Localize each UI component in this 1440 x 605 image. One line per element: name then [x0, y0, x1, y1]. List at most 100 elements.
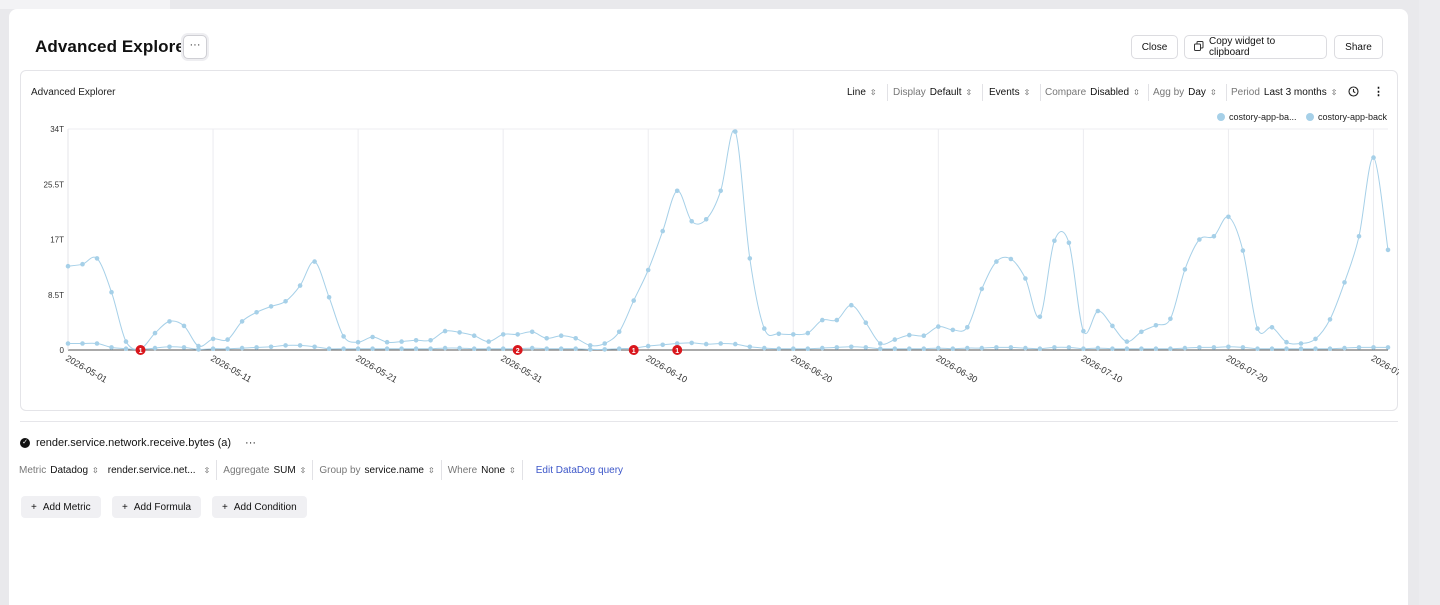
- share-button[interactable]: Share: [1334, 35, 1383, 59]
- query-menu-icon[interactable]: ···: [245, 437, 256, 449]
- data-point: [254, 310, 259, 315]
- data-point: [1327, 346, 1333, 352]
- data-point: [660, 228, 665, 234]
- where-select[interactable]: Where None ⇳: [442, 460, 523, 480]
- data-point: [733, 341, 738, 347]
- metric-key: Metric: [19, 464, 47, 476]
- data-point: [529, 345, 535, 351]
- data-point: [225, 346, 230, 352]
- title-more-button[interactable]: ···: [183, 35, 207, 59]
- data-point: [1168, 346, 1173, 352]
- share-button-label: Share: [1345, 41, 1372, 53]
- data-point: [805, 346, 811, 352]
- data-point: [457, 330, 462, 335]
- data-point: [1269, 325, 1275, 330]
- data-point: [1110, 323, 1115, 329]
- data-point: [1110, 346, 1115, 352]
- close-button-label: Close: [1141, 41, 1168, 53]
- data-point: [370, 334, 375, 340]
- check-circle-icon[interactable]: ✓: [20, 438, 30, 448]
- data-point: [1182, 345, 1188, 351]
- data-point: [1008, 345, 1014, 350]
- data-point: [558, 346, 564, 352]
- add-condition-button[interactable]: + Add Condition: [212, 496, 307, 518]
- data-point: [94, 256, 100, 261]
- aggregate-key: Aggregate: [223, 464, 270, 476]
- data-point: [486, 339, 492, 344]
- data-point: [1008, 256, 1014, 262]
- add-metric-button[interactable]: + Add Metric: [21, 496, 101, 518]
- data-point: [297, 343, 303, 348]
- data-point: [544, 346, 549, 352]
- metric-name: render.service.net...: [107, 464, 196, 476]
- data-point: [341, 346, 346, 352]
- data-point: [892, 337, 898, 342]
- data-point: [762, 326, 767, 331]
- event-count: 1: [675, 348, 679, 355]
- data-point: [660, 342, 665, 348]
- copy-widget-button[interactable]: Copy widget to clipboard: [1184, 35, 1327, 59]
- data-point: [587, 347, 593, 352]
- data-point: [1124, 339, 1130, 344]
- data-point: [80, 261, 85, 267]
- plus-icon: +: [222, 501, 228, 513]
- updown-icon: ⇳: [509, 465, 516, 475]
- data-point: [573, 336, 578, 341]
- page-scrollbar[interactable]: [1419, 0, 1440, 605]
- data-point: [950, 327, 956, 333]
- data-point: [370, 346, 375, 352]
- data-point: [645, 343, 651, 349]
- data-point: [1124, 346, 1130, 352]
- section-divider: [20, 421, 1398, 422]
- data-point: [1182, 267, 1188, 272]
- group-by-select[interactable]: Group by service.name ⇳: [313, 460, 442, 480]
- x-tick-label: 2026-06-10: [644, 353, 689, 385]
- data-point: [921, 333, 927, 339]
- data-point: [820, 345, 825, 351]
- data-point: [544, 336, 549, 341]
- data-point: [936, 345, 941, 351]
- data-point: [834, 317, 840, 323]
- plus-icon: +: [31, 501, 37, 513]
- data-point: [762, 345, 767, 351]
- add-formula-label: Add Formula: [133, 501, 192, 513]
- aggregate-select[interactable]: Aggregate SUM ⇳: [217, 460, 314, 480]
- data-point: [863, 320, 869, 325]
- data-point: [1197, 345, 1202, 350]
- x-tick-label: 2026-05-31: [499, 353, 544, 385]
- data-point: [1153, 346, 1159, 352]
- y-tick-label: 34T: [50, 125, 64, 134]
- data-point: [1211, 234, 1217, 239]
- data-point: [210, 346, 216, 352]
- metric-select[interactable]: Metric Datadog ⇳ render.service.net... ⇳: [19, 460, 218, 480]
- edit-datadog-query-link[interactable]: Edit DataDog query: [523, 465, 623, 476]
- data-point: [878, 341, 883, 346]
- data-point: [384, 346, 390, 352]
- data-point: [1255, 326, 1260, 331]
- data-point: [979, 345, 985, 351]
- close-button[interactable]: Close: [1131, 35, 1178, 59]
- data-point: [1066, 345, 1072, 350]
- data-point: [1385, 247, 1391, 253]
- data-point: [1168, 316, 1173, 322]
- data-point: [703, 217, 709, 222]
- add-formula-button[interactable]: + Add Formula: [112, 496, 202, 518]
- event-count: 1: [632, 348, 636, 355]
- plus-icon: +: [122, 501, 128, 513]
- page-title: Advanced Explorer: [35, 37, 192, 56]
- data-point: [239, 319, 245, 324]
- data-point: [1385, 345, 1391, 350]
- line-chart: 2026-05-01 2026-05-11 2026-05-21 2026-05-31…: [44, 125, 1399, 385]
- data-point: [297, 283, 303, 288]
- data-point: [1284, 346, 1289, 352]
- data-point: [123, 346, 129, 352]
- data-point: [718, 188, 723, 194]
- y-tick-label: 17T: [50, 236, 64, 245]
- x-tick-label: 2026-06-20: [789, 353, 834, 385]
- data-point: [950, 346, 956, 352]
- data-point: [602, 341, 607, 346]
- series-line: [67, 342, 1388, 350]
- data-point: [878, 346, 883, 352]
- data-point: [645, 267, 651, 273]
- x-tick-label: 2026-07-10: [1079, 353, 1124, 385]
